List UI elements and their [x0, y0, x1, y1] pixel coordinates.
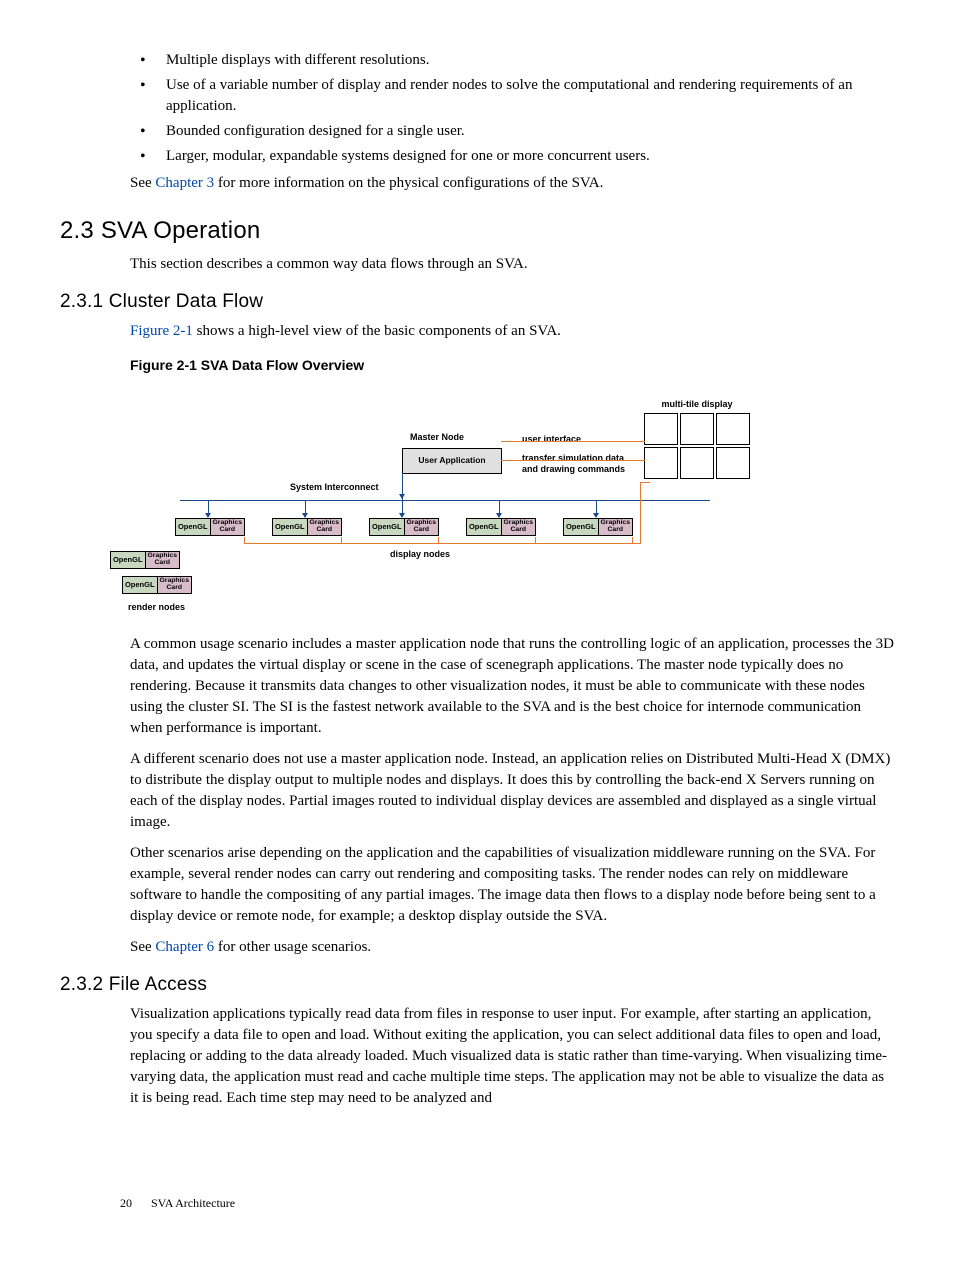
- vline: [402, 500, 403, 514]
- user-interface-label: user interface: [522, 434, 581, 445]
- section-2-3-intro: This section describes a common way data…: [130, 254, 894, 275]
- orange-line: [501, 441, 645, 442]
- graphics-card-label: Graphics Card: [211, 519, 245, 535]
- tile: [716, 413, 750, 445]
- display-node: OpenGL Graphics Card: [369, 518, 439, 536]
- multi-tile-display: multi-tile display: [644, 398, 750, 480]
- chapter-6-link[interactable]: Chapter 6: [155, 939, 214, 955]
- display-node: OpenGL Graphics Card: [272, 518, 342, 536]
- list-item: Larger, modular, expandable systems desi…: [130, 146, 894, 167]
- tile: [644, 413, 678, 445]
- interconnect-line: [180, 500, 710, 501]
- paragraph-dmx: A different scenario does not use a mast…: [130, 749, 894, 833]
- opengl-label: OpenGL: [111, 552, 146, 568]
- tile: [680, 413, 714, 445]
- section-2-3-1-intro: Figure 2-1 shows a high-level view of th…: [130, 321, 894, 342]
- see-chapter-3: See Chapter 3 for more information on th…: [130, 173, 894, 194]
- vline: [499, 500, 500, 514]
- section-2-3-2-heading: 2.3.2 File Access: [60, 972, 894, 999]
- display-node: OpenGL Graphics Card: [175, 518, 245, 536]
- see-chapter-6: See Chapter 6 for other usage scenarios.: [130, 937, 894, 958]
- list-item: Bounded configuration designed for a sin…: [130, 121, 894, 142]
- tile: [716, 447, 750, 479]
- master-node-label: Master Node: [410, 431, 464, 444]
- graphics-card-label: Graphics Card: [308, 519, 342, 535]
- chapter-3-link[interactable]: Chapter 3: [155, 175, 214, 191]
- opengl-label: OpenGL: [467, 519, 502, 535]
- opengl-label: OpenGL: [123, 577, 158, 593]
- display-node: OpenGL Graphics Card: [466, 518, 536, 536]
- text: See: [130, 175, 155, 191]
- multi-tile-label: multi-tile display: [644, 398, 750, 411]
- opengl-label: OpenGL: [564, 519, 599, 535]
- text: See: [130, 939, 155, 955]
- chapter-title: SVA Architecture: [151, 1196, 235, 1210]
- render-nodes-label: render nodes: [128, 601, 185, 614]
- section-2-3-1-heading: 2.3.1 Cluster Data Flow: [60, 289, 894, 316]
- section-2-3-2-paragraph: Visualization applications typically rea…: [130, 1004, 894, 1109]
- graphics-card-label: Graphics Card: [158, 577, 192, 593]
- graphics-card-label: Graphics Card: [502, 519, 536, 535]
- list-item: Use of a variable number of display and …: [130, 75, 894, 117]
- opengl-label: OpenGL: [273, 519, 308, 535]
- tile: [644, 447, 678, 479]
- transfer-label: transfer simulation data and drawing com…: [522, 453, 625, 476]
- section-2-3-heading: 2.3 SVA Operation: [60, 214, 894, 248]
- graphics-card-label: Graphics Card: [146, 552, 180, 568]
- top-content: Multiple displays with different resolut…: [130, 50, 894, 194]
- vline: [305, 500, 306, 514]
- user-application-box: User Application: [402, 448, 502, 474]
- graphics-card-label: Graphics Card: [405, 519, 439, 535]
- figure-diagram: multi-tile display Master Node User Appl…: [130, 386, 894, 616]
- arrow-icon: [399, 494, 405, 499]
- page-number: 20: [120, 1196, 132, 1210]
- text: shows a high-level view of the basic com…: [193, 323, 561, 339]
- paragraph-other-scenarios: Other scenarios arise depending on the a…: [130, 843, 894, 927]
- figure-title: Figure 2-1 SVA Data Flow Overview: [130, 356, 894, 376]
- list-item: Multiple displays with different resolut…: [130, 50, 894, 71]
- render-node: OpenGL Graphics Card: [110, 551, 180, 569]
- bullet-list: Multiple displays with different resolut…: [130, 50, 894, 167]
- system-interconnect-label: System Interconnect: [290, 481, 379, 494]
- graphics-card-label: Graphics Card: [599, 519, 633, 535]
- text: for other usage scenarios.: [214, 939, 371, 955]
- vline: [596, 500, 597, 514]
- tile: [680, 447, 714, 479]
- orange-line: [640, 482, 650, 483]
- orange-line: [640, 482, 641, 544]
- orange-line: [244, 543, 640, 544]
- display-nodes-label: display nodes: [390, 548, 450, 561]
- page-footer: 20 SVA Architecture: [120, 1195, 235, 1212]
- figure-2-1-link[interactable]: Figure 2-1: [130, 323, 193, 339]
- opengl-label: OpenGL: [176, 519, 211, 535]
- vline: [208, 500, 209, 514]
- display-node: OpenGL Graphics Card: [563, 518, 633, 536]
- orange-line: [501, 460, 645, 461]
- render-node: OpenGL Graphics Card: [122, 576, 192, 594]
- opengl-label: OpenGL: [370, 519, 405, 535]
- paragraph-common-usage: A common usage scenario includes a maste…: [130, 634, 894, 739]
- text: for more information on the physical con…: [214, 175, 603, 191]
